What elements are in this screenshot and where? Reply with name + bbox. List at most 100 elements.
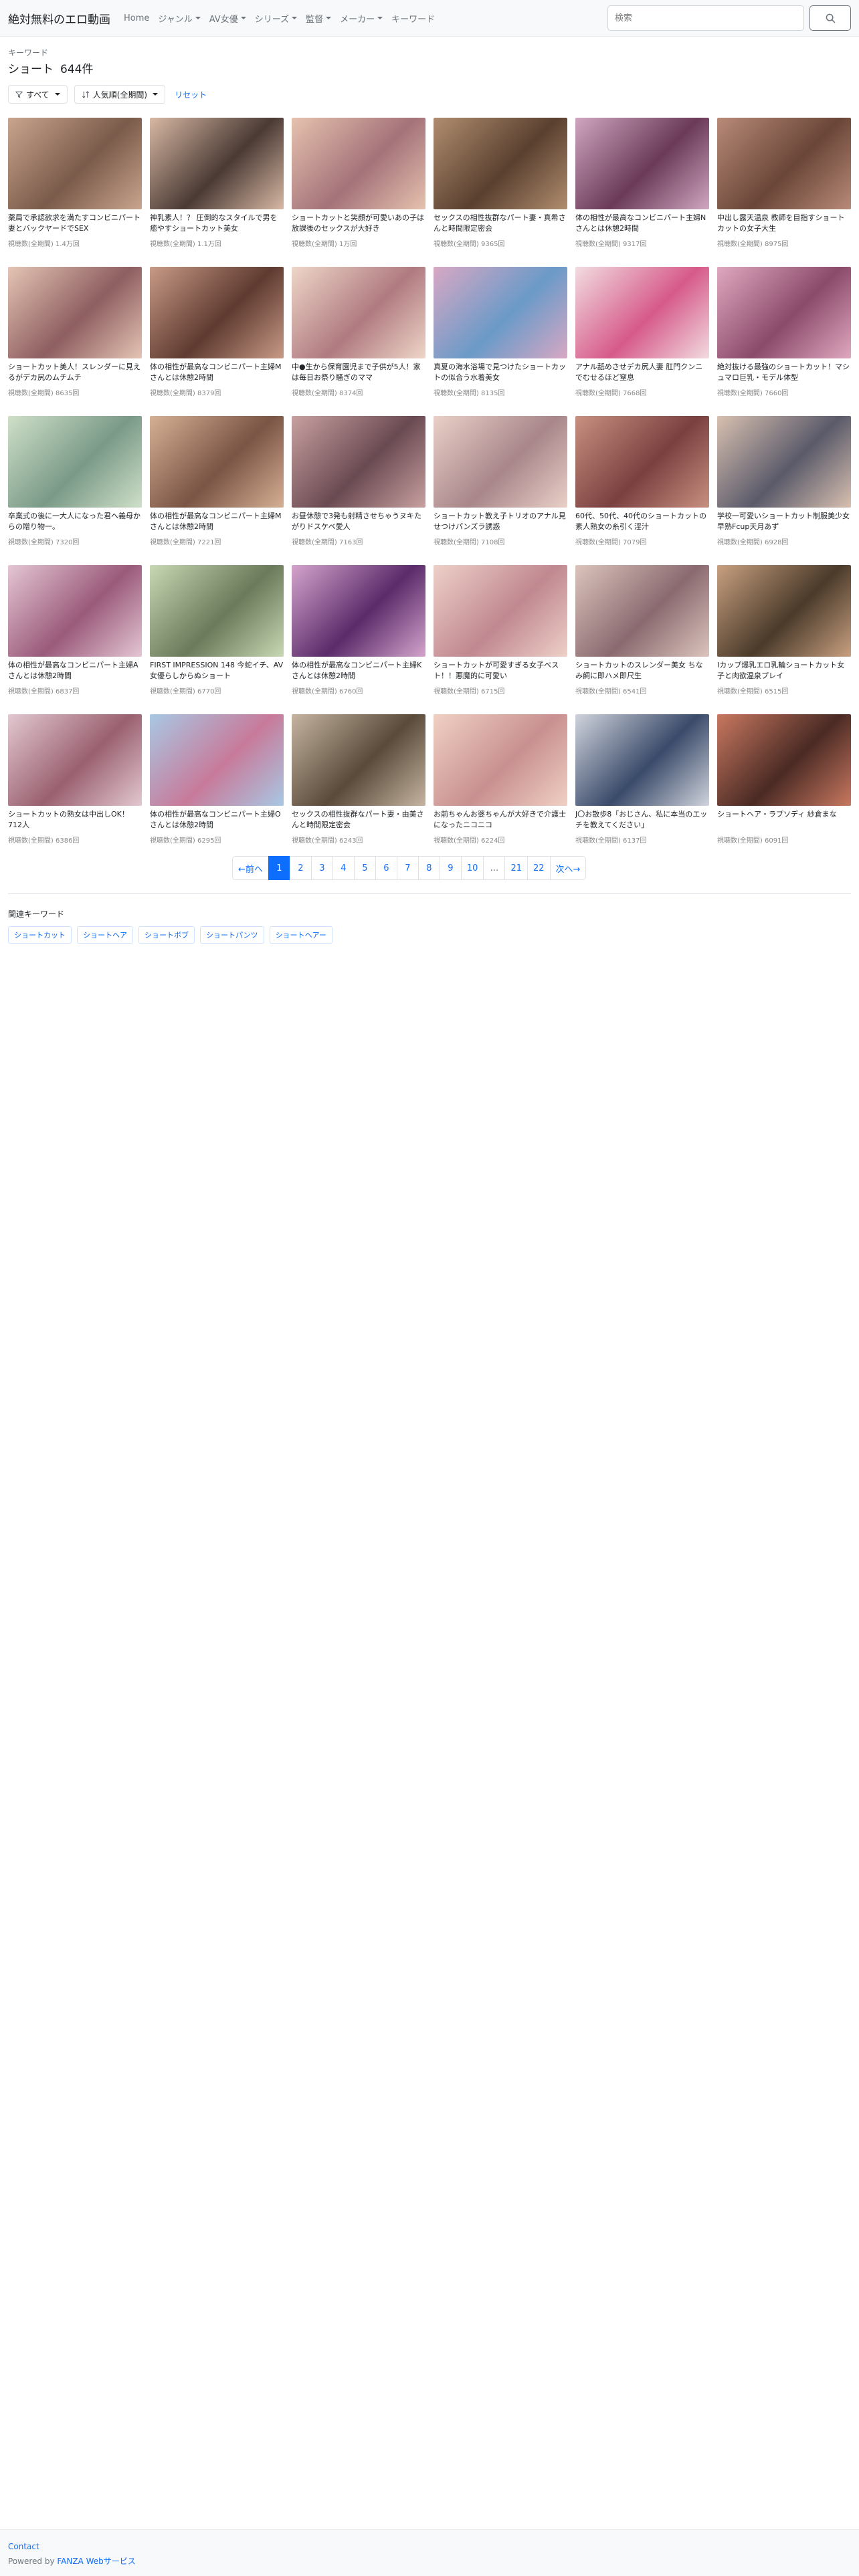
fanza-link[interactable]: FANZA Webサービス xyxy=(57,2557,135,2566)
video-card[interactable]: 中出し露天温泉 教師を目指すショートカットの女子大生 視聴数(全期間) 8975回 xyxy=(717,118,851,258)
page-5[interactable]: 5 xyxy=(353,856,376,880)
nav-item-5[interactable]: メーカー xyxy=(340,12,383,25)
page-21[interactable]: 21 xyxy=(504,856,528,880)
video-title[interactable]: ショートカット教え子トリオのアナル見せつけパンズラ誘惑 xyxy=(434,511,567,532)
page-4[interactable]: 4 xyxy=(332,856,355,880)
video-thumbnail[interactable] xyxy=(434,267,567,358)
video-card[interactable]: 絶対抜ける最強のショートカット！マシュマロ巨乳・モデル体型 視聴数(全期間) 76… xyxy=(717,267,851,407)
video-title[interactable]: セックスの相性抜群なパート妻・真希さんと時間限定密会 xyxy=(434,213,567,234)
video-card[interactable]: 体の相性が最高なコンビニパート主婦Mさんとは休憩2時間 視聴数(全期間) 8379… xyxy=(150,267,284,407)
video-card[interactable]: ショートカットが可愛すぎる女子ベスト！！悪魔的に可愛い 視聴数(全期間) 6715… xyxy=(434,565,567,706)
related-keyword-tag[interactable]: ショートヘア xyxy=(77,926,133,944)
video-title[interactable]: 学校一可愛いショートカット制服美少女 早熟Fcup天月あず xyxy=(717,511,851,532)
video-thumbnail[interactable] xyxy=(575,267,709,358)
video-thumbnail[interactable] xyxy=(434,565,567,657)
video-title[interactable]: 体の相性が最高なコンビニパート主婦Mさんとは休憩2時間 xyxy=(150,362,284,383)
video-thumbnail[interactable] xyxy=(434,714,567,806)
video-card[interactable]: お昼休憩で3発も射精させちゃうヌキたがりドスケベ愛人 視聴数(全期間) 7163回 xyxy=(292,416,425,556)
video-title[interactable]: Iカップ爆乳エロ乳輪ショートカット女子と肉欲温泉プレイ xyxy=(717,660,851,681)
video-title[interactable]: ショートカット美人！スレンダーに見えるがデカ尻のムチムチ xyxy=(8,362,142,383)
brand-link[interactable]: 絶対無料のエロ動画 xyxy=(8,10,110,27)
page-22[interactable]: 22 xyxy=(527,856,551,880)
video-thumbnail[interactable] xyxy=(575,416,709,508)
page-9[interactable]: 9 xyxy=(439,856,462,880)
page-8[interactable]: 8 xyxy=(417,856,440,880)
video-thumbnail[interactable] xyxy=(575,565,709,657)
video-title[interactable]: J〇お散歩8「おじさん、私に本当のエッチを教えてください」 xyxy=(575,809,709,831)
video-thumbnail[interactable] xyxy=(575,118,709,209)
video-thumbnail[interactable] xyxy=(434,416,567,508)
nav-item-6[interactable]: キーワード xyxy=(391,12,435,25)
video-title[interactable]: 60代、50代、40代のショートカットの素人熟女の糸引く淫汁 xyxy=(575,511,709,532)
video-card[interactable]: 体の相性が最高なコンビニパート主婦Oさんとは休憩2時間 視聴数(全期間) 6295… xyxy=(150,714,284,855)
video-title[interactable]: FIRST IMPRESSION 148 今蛇イチ、AV女優らしからぬショート xyxy=(150,660,284,681)
video-thumbnail[interactable] xyxy=(150,565,284,657)
video-title[interactable]: 卒業式の後に一大人になった君へ義母からの贈り物一。 xyxy=(8,511,142,532)
video-thumbnail[interactable] xyxy=(717,714,851,806)
video-title[interactable]: 中出し露天温泉 教師を目指すショートカットの女子大生 xyxy=(717,213,851,234)
video-title[interactable]: ショートヘア・ラプソディ 紗倉まな xyxy=(717,809,851,831)
video-card[interactable]: J〇お散歩8「おじさん、私に本当のエッチを教えてください」 視聴数(全期間) 61… xyxy=(575,714,709,855)
video-card[interactable]: ショートヘア・ラプソディ 紗倉まな 視聴数(全期間) 6091回 xyxy=(717,714,851,855)
video-card[interactable]: 学校一可愛いショートカット制服美少女 早熟Fcup天月あず 視聴数(全期間) 69… xyxy=(717,416,851,556)
video-card[interactable]: 体の相性が最高なコンビニパート主婦Nさんとは休憩2時間 視聴数(全期間) 9317… xyxy=(575,118,709,258)
video-title[interactable]: 神乳素人！？ 圧倒的なスタイルで男を癒やすショートカット美女 xyxy=(150,213,284,234)
contact-link[interactable]: Contact xyxy=(8,2542,851,2551)
video-title[interactable]: 絶対抜ける最強のショートカット！マシュマロ巨乳・モデル体型 xyxy=(717,362,851,383)
video-thumbnail[interactable] xyxy=(292,267,425,358)
video-title[interactable]: ショートカットの熟女は中出しOK！ 712人 xyxy=(8,809,142,831)
video-title[interactable]: 体の相性が最高なコンビニパート主婦Nさんとは休憩2時間 xyxy=(575,213,709,234)
search-button[interactable] xyxy=(809,5,851,31)
video-thumbnail[interactable] xyxy=(8,714,142,806)
video-thumbnail[interactable] xyxy=(150,416,284,508)
video-card[interactable]: セックスの相性抜群なパート妻・真希さんと時間限定密会 視聴数(全期間) 9365回 xyxy=(434,118,567,258)
video-card[interactable]: セックスの相性抜群なパート妻・由美さんと時間限定密会 視聴数(全期間) 6243回 xyxy=(292,714,425,855)
video-thumbnail[interactable] xyxy=(292,565,425,657)
prev-page-button[interactable]: ←前へ xyxy=(232,856,269,880)
video-card[interactable]: ショートカットと笑顔が可愛いあの子は放課後のセックスが大好き 視聴数(全期間) 1… xyxy=(292,118,425,258)
video-thumbnail[interactable] xyxy=(292,118,425,209)
video-title[interactable]: お昼休憩で3発も射精させちゃうヌキたがりドスケベ愛人 xyxy=(292,511,425,532)
page-7[interactable]: 7 xyxy=(396,856,419,880)
related-keyword-tag[interactable]: ショートパンツ xyxy=(200,926,264,944)
page-6[interactable]: 6 xyxy=(375,856,397,880)
nav-item-2[interactable]: AV女優 xyxy=(209,12,246,25)
video-title[interactable]: 体の相性が最高なコンビニパート主婦Aさんとは休憩2時間 xyxy=(8,660,142,681)
video-title[interactable]: 体の相性が最高なコンビニパート主婦Mさんとは休憩2時間 xyxy=(150,511,284,532)
related-keyword-tag[interactable]: ショートヘアー xyxy=(269,926,332,944)
video-thumbnail[interactable] xyxy=(575,714,709,806)
video-card[interactable]: ショートカット教え子トリオのアナル見せつけパンズラ誘惑 視聴数(全期間) 7108… xyxy=(434,416,567,556)
video-thumbnail[interactable] xyxy=(717,416,851,508)
video-title[interactable]: 薬局で承認欲求を満たすコンビニパート妻とバックヤードでSEX xyxy=(8,213,142,234)
video-card[interactable]: Iカップ爆乳エロ乳輪ショートカット女子と肉欲温泉プレイ 視聴数(全期間) 6515… xyxy=(717,565,851,706)
related-keyword-tag[interactable]: ショートカット xyxy=(8,926,72,944)
video-thumbnail[interactable] xyxy=(717,267,851,358)
reset-link[interactable]: リセット xyxy=(175,89,207,100)
video-title[interactable]: セックスの相性抜群なパート妻・由美さんと時間限定密会 xyxy=(292,809,425,831)
nav-item-4[interactable]: 監督 xyxy=(306,12,332,25)
video-title[interactable]: ショートカットと笑顔が可愛いあの子は放課後のセックスが大好き xyxy=(292,213,425,234)
video-thumbnail[interactable] xyxy=(8,267,142,358)
video-card[interactable]: ショートカット美人！スレンダーに見えるがデカ尻のムチムチ 視聴数(全期間) 863… xyxy=(8,267,142,407)
video-card[interactable]: 中●生から保育園児まで子供が5人！家は毎日お祭り騒ぎのママ 視聴数(全期間) 83… xyxy=(292,267,425,407)
related-keyword-tag[interactable]: ショートボブ xyxy=(138,926,195,944)
video-title[interactable]: アナル舐めさせデカ尻人妻 肛門クンニでむせるほど窒息 xyxy=(575,362,709,383)
video-title[interactable]: ショートカットが可愛すぎる女子ベスト！！悪魔的に可愛い xyxy=(434,660,567,681)
video-title[interactable]: 中●生から保育園児まで子供が5人！家は毎日お祭り騒ぎのママ xyxy=(292,362,425,383)
video-thumbnail[interactable] xyxy=(150,267,284,358)
video-card[interactable]: FIRST IMPRESSION 148 今蛇イチ、AV女優らしからぬショート視… xyxy=(150,565,284,706)
video-title[interactable]: お前ちゃんお婆ちゃんが大好きで介護士になったニコニコ xyxy=(434,809,567,831)
page-10[interactable]: 10 xyxy=(460,856,484,880)
video-card[interactable]: 卒業式の後に一大人になった君へ義母からの贈り物一。 視聴数(全期間) 7320回 xyxy=(8,416,142,556)
video-thumbnail[interactable] xyxy=(717,118,851,209)
video-title[interactable]: 真夏の海水浴場で見つけたショートカットの似合う水着美女 xyxy=(434,362,567,383)
video-thumbnail[interactable] xyxy=(8,565,142,657)
video-thumbnail[interactable] xyxy=(717,565,851,657)
nav-item-1[interactable]: ジャンル xyxy=(158,12,201,25)
video-card[interactable]: 60代、50代、40代のショートカットの素人熟女の糸引く淫汁 視聴数(全期間) 7… xyxy=(575,416,709,556)
page-1[interactable]: 1 xyxy=(268,856,290,880)
sort-button[interactable]: 人気順(全期間) xyxy=(74,85,166,104)
video-card[interactable]: 体の相性が最高なコンビニパート主婦Kさんとは休憩2時間 視聴数(全期間) 6760… xyxy=(292,565,425,706)
video-title[interactable]: ショートカットのスレンダー美女 ちなみ飼に即ハメ即尺生 xyxy=(575,660,709,681)
video-thumbnail[interactable] xyxy=(8,118,142,209)
